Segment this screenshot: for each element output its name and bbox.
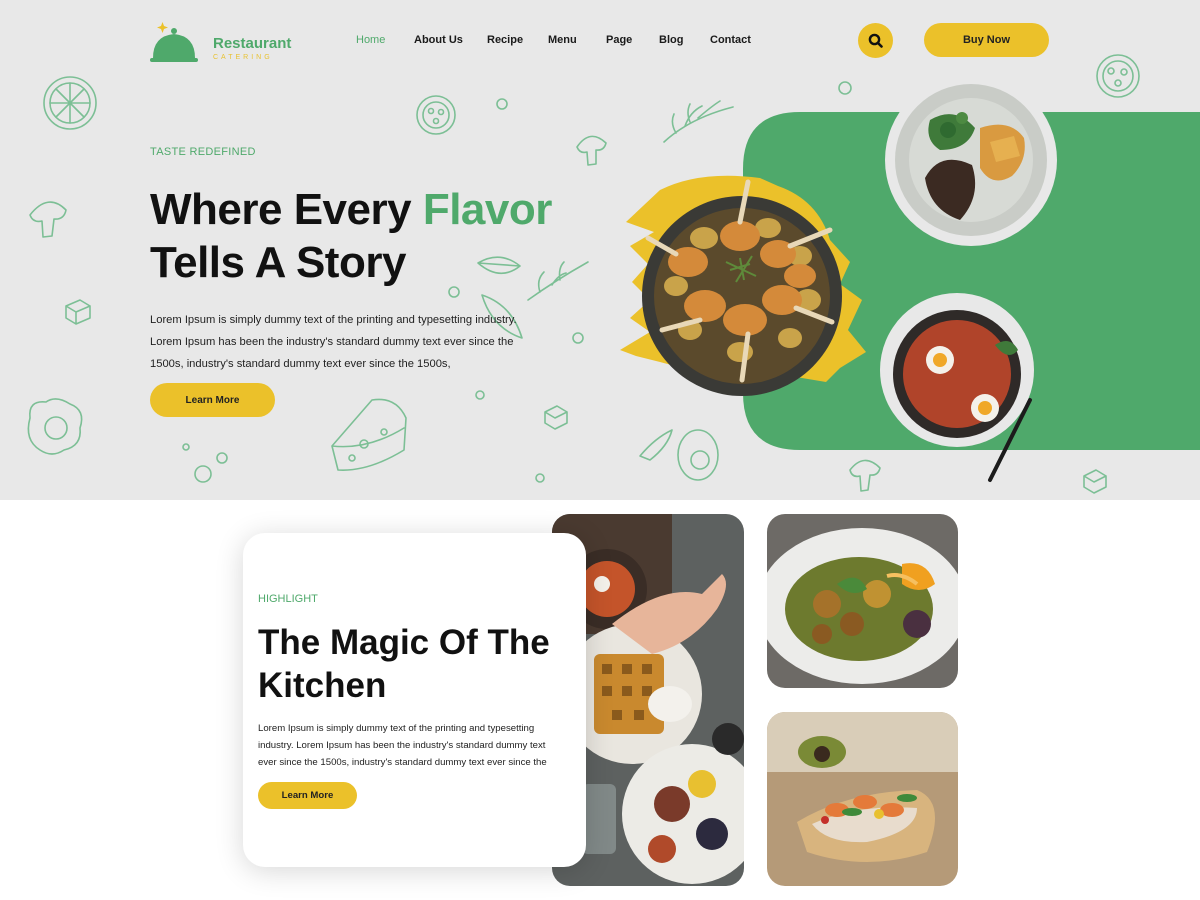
- hero-title-line2: Tells A Story: [150, 238, 406, 287]
- hero-title: Where Every Flavor Tells A Story: [150, 183, 552, 289]
- hero-title-part1: Where Every: [150, 185, 423, 234]
- brand-logo[interactable]: Restaurant CATERING: [150, 18, 300, 68]
- search-button[interactable]: [858, 23, 893, 58]
- hero-eyebrow: TASTE REDEFINED: [150, 146, 256, 158]
- highlight-description: Lorem Ipsum is simply dummy text of the …: [258, 723, 547, 768]
- highlight-title: The Magic Of The Kitchen: [258, 623, 550, 705]
- shrimp-flatbread-photo: [767, 712, 958, 886]
- shakshuka-plate: [880, 293, 1034, 482]
- hero-section: Restaurant CATERING Home About Us Recipe…: [0, 0, 1200, 500]
- nav-contact[interactable]: Contact: [710, 34, 751, 46]
- nav-about-us[interactable]: About Us: [414, 34, 463, 46]
- nav-recipe[interactable]: Recipe: [487, 34, 523, 46]
- buy-now-button[interactable]: Buy Now: [924, 23, 1049, 57]
- nav-page[interactable]: Page: [606, 34, 632, 46]
- highlight-card: HIGHLIGHT The Magic Of The Kitchen Lorem…: [243, 533, 586, 867]
- highlight-learn-more-button[interactable]: Learn More: [258, 782, 357, 809]
- hero-description: Lorem Ipsum is simply dummy text of the …: [150, 314, 517, 370]
- brand-name: Restaurant: [213, 35, 292, 52]
- hero-learn-more-button[interactable]: Learn More: [150, 383, 275, 417]
- nav-blog[interactable]: Blog: [659, 34, 683, 46]
- nav-home[interactable]: Home: [356, 34, 385, 46]
- cloche-icon: [150, 22, 198, 62]
- hero-title-accent: Flavor: [422, 185, 553, 234]
- highlight-eyebrow: HIGHLIGHT: [258, 593, 318, 605]
- nav-menu[interactable]: Menu: [548, 34, 577, 46]
- steak-salad-plate: [885, 74, 1057, 246]
- search-icon: [868, 33, 883, 48]
- hero-food-illustration: [620, 74, 1200, 482]
- brand-tagline: CATERING: [213, 54, 273, 61]
- salad-plate-photo: [767, 514, 958, 688]
